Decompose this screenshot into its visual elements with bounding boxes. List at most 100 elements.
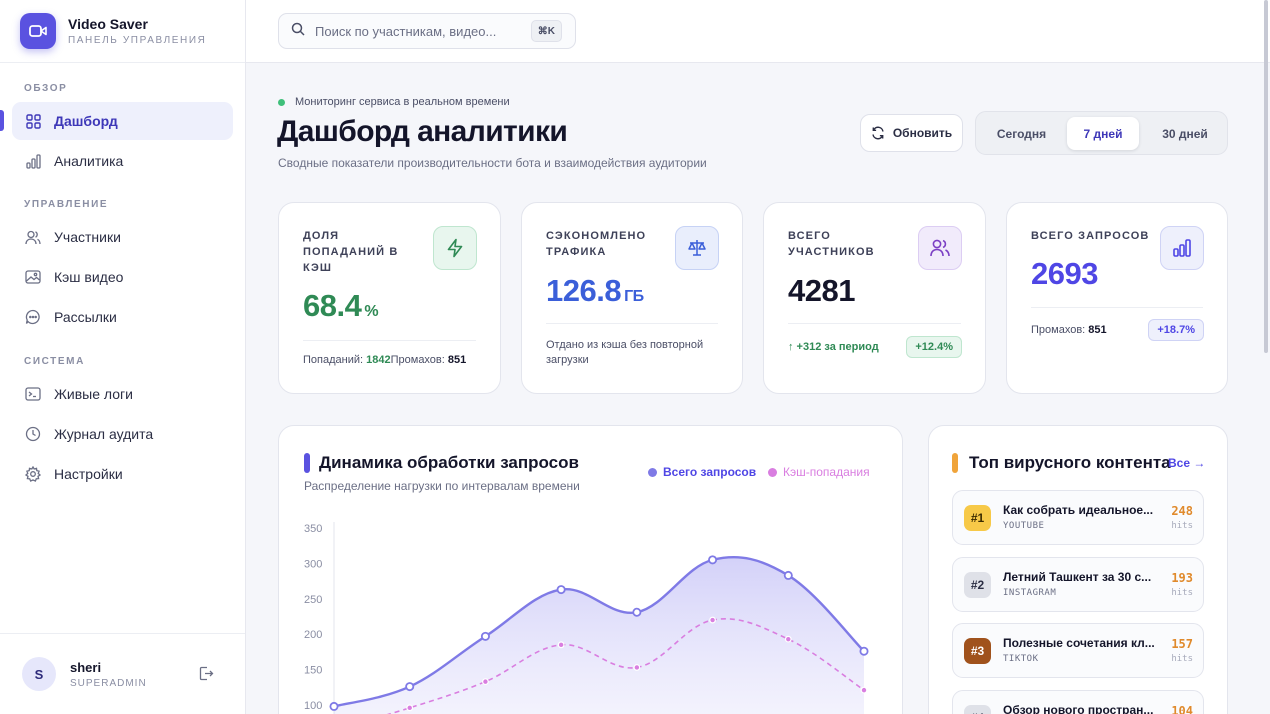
viral-item[interactable]: #3 Полезные сочетания кл... TIKTOK 157 hi… — [952, 623, 1204, 678]
period-30-days[interactable]: 30 дней — [1146, 117, 1224, 150]
viral-item-hits: 248 hits — [1171, 504, 1193, 531]
image-icon — [25, 269, 41, 285]
brand[interactable]: Video Saver ПАНЕЛЬ УПРАВЛЕНИЯ — [0, 0, 245, 63]
viral-item[interactable]: #1 Как собрать идеальное... YOUTUBE 248 h… — [952, 490, 1204, 545]
data-point-cache-hits — [633, 664, 641, 671]
data-point-total — [329, 701, 339, 711]
stat-footer: Промахов: 851 — [1031, 324, 1107, 336]
logout-icon[interactable] — [199, 666, 214, 686]
stat-card-cache-hit-rate: ДОЛЯ ПОПАДАНИЙ В КЭШ 68.4% Попаданий: 18… — [278, 202, 501, 394]
scales-icon — [675, 226, 719, 270]
sidebar-item-label: Настройки — [54, 466, 123, 482]
data-point-total — [708, 555, 718, 565]
viral-title: Топ вирусного контента — [969, 453, 1171, 472]
search-placeholder: Поиск по участникам, видео... — [315, 23, 497, 39]
sidebar-item-dashboard[interactable]: Дашборд — [12, 102, 233, 140]
sidebar-item-label: Участники — [54, 229, 121, 245]
search-input[interactable]: Поиск по участникам, видео... ⌘K — [278, 13, 576, 49]
sidebar-item-live-logs[interactable]: Живые логи — [12, 375, 233, 413]
search-icon — [291, 22, 305, 41]
user-profile[interactable]: S sheri SUPERADMIN — [0, 633, 245, 714]
viral-item[interactable]: #4 Обзор нового простран... 104 — [952, 690, 1204, 714]
grid-icon — [25, 113, 41, 129]
viral-item[interactable]: #2 Летний Ташкент за 30 с... INSTAGRAM 1… — [952, 557, 1204, 612]
data-point-total — [480, 631, 490, 641]
users-icon — [25, 229, 41, 245]
section-accent — [952, 453, 958, 473]
video-camera-icon — [20, 13, 56, 49]
view-all-link[interactable]: Все → — [1168, 456, 1205, 470]
brand-subtitle: ПАНЕЛЬ УПРАВЛЕНИЯ — [68, 35, 207, 46]
nav-section-overview: ОБЗОР — [24, 83, 68, 94]
live-status: Мониторинг сервиса в реальном времени — [278, 96, 510, 108]
viral-item-source: YOUTUBE — [1003, 521, 1045, 531]
stat-value: 4281 — [788, 273, 855, 308]
viral-item-title: Обзор нового простран... — [1003, 703, 1154, 714]
data-point-total — [783, 570, 793, 580]
sidebar-item-audit-log[interactable]: Журнал аудита — [12, 415, 233, 453]
y-tick-label: 300 — [304, 558, 322, 570]
sidebar-item-members[interactable]: Участники — [12, 218, 233, 256]
sidebar-item-label: Аналитика — [54, 153, 124, 169]
stat-card-requests: ВСЕГО ЗАПРОСОВ 2693 Промахов: 851 +18.7% — [1006, 202, 1228, 394]
nav-section-management: УПРАВЛЕНИЕ — [24, 199, 109, 210]
data-point-total — [556, 585, 566, 595]
stat-delta: ↑ +312 за период — [788, 341, 879, 353]
rank-badge: #4 — [964, 705, 991, 714]
lightning-icon — [433, 226, 477, 270]
data-point-cache-hits — [860, 686, 868, 694]
stat-note: Отдано из кэша без повторной загрузки — [546, 339, 704, 366]
data-point-total — [859, 646, 869, 656]
growth-badge: +12.4% — [906, 336, 962, 358]
clock-icon — [25, 426, 41, 442]
sidebar-item-label: Дашборд — [54, 113, 118, 129]
sidebar-item-analytics[interactable]: Аналитика — [12, 142, 233, 180]
data-point-total — [632, 607, 642, 617]
stat-label: ДОЛЯ ПОПАДАНИЙ В КЭШ — [303, 230, 399, 274]
data-point-cache-hits — [709, 616, 716, 624]
brand-name: Video Saver — [68, 16, 148, 32]
avatar: S — [22, 657, 56, 691]
stat-card-members: ВСЕГО УЧАСТНИКОВ 4281 ↑ +312 за период +… — [763, 202, 986, 394]
y-tick-label: 350 — [304, 523, 322, 535]
data-point-cache-hits — [784, 635, 792, 643]
bar-chart-icon — [25, 153, 41, 169]
user-role: SUPERADMIN — [70, 677, 147, 689]
rank-badge: #3 — [964, 638, 991, 664]
viral-item-hits: 157 hits — [1171, 637, 1193, 664]
viral-item-hits: 104 — [1171, 704, 1193, 714]
refresh-icon — [872, 126, 884, 140]
nav-section-system: СИСТЕМА — [24, 356, 85, 367]
live-status-text: Мониторинг сервиса в реальном времени — [295, 96, 510, 108]
sidebar-item-label: Рассылки — [54, 309, 117, 325]
divider — [303, 340, 476, 341]
data-point-cache-hits — [482, 678, 489, 686]
series-area-total — [334, 557, 864, 714]
chart-card: Динамика обработки запросов Распределени… — [278, 425, 903, 714]
sidebar-item-label: Журнал аудита — [54, 426, 154, 442]
stat-footer: Попаданий: 1842Промахов: 851 — [303, 354, 467, 366]
refresh-button[interactable]: Обновить — [860, 114, 963, 152]
period-today[interactable]: Сегодня — [982, 117, 1061, 150]
y-tick-label: 150 — [304, 665, 322, 677]
sidebar-item-settings[interactable]: Настройки — [12, 455, 233, 493]
viral-item-title: Полезные сочетания кл... — [1003, 636, 1155, 650]
requests-chart: 100 150 200 250 300 350 — [304, 522, 869, 714]
period-switcher: Сегодня 7 дней 30 дней — [975, 111, 1228, 155]
sidebar-item-broadcasts[interactable]: Рассылки — [12, 298, 233, 336]
live-dot — [278, 98, 285, 106]
viral-item-title: Летний Ташкент за 30 с... — [1003, 570, 1152, 584]
stat-label: ВСЕГО УЧАСТНИКОВ — [788, 230, 875, 258]
period-7-days[interactable]: 7 дней — [1067, 117, 1139, 150]
page-title: Дашборд аналитики — [277, 115, 568, 148]
stat-value: 68.4% — [303, 288, 379, 323]
y-tick-label: 250 — [304, 594, 322, 606]
user-name: sheri — [70, 659, 102, 675]
sidebar-item-label: Живые логи — [54, 386, 133, 402]
viral-item-title: Как собрать идеальное... — [1003, 503, 1154, 517]
sidebar-item-video-cache[interactable]: Кэш видео — [12, 258, 233, 296]
stat-card-traffic-saved: СЭКОНОМЛЕНО ТРАФИКА 126.8 ГБ Отдано из кэ… — [521, 202, 743, 394]
sidebar: Video Saver ПАНЕЛЬ УПРАВЛЕНИЯ ОБЗОР Дашб… — [0, 0, 246, 714]
scrollbar[interactable] — [1264, 0, 1268, 353]
viral-item-source: INSTAGRAM — [1003, 588, 1057, 598]
